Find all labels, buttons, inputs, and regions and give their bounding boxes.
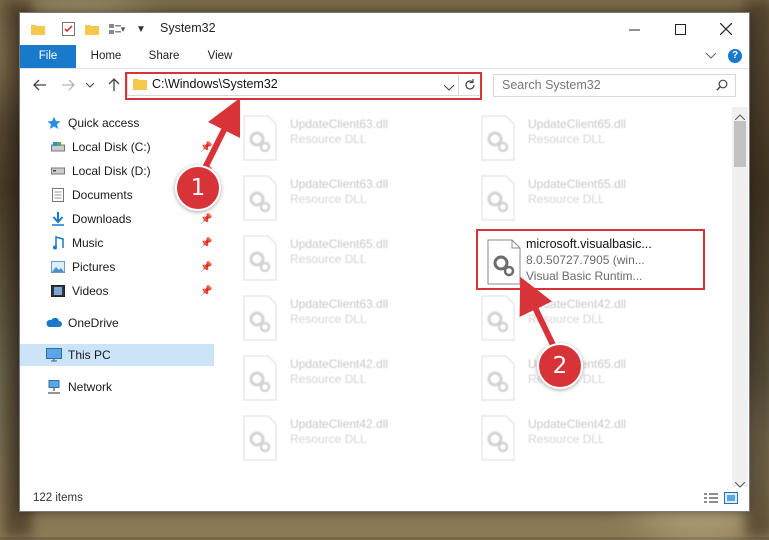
dll-file-icon xyxy=(481,295,515,341)
expand-ribbon-icon[interactable] xyxy=(704,45,718,68)
file-list: UpdateClient63.dll Resource DLL UpdateCl… xyxy=(220,105,732,483)
pin-icon[interactable]: 📌 xyxy=(200,286,212,297)
videos-icon xyxy=(50,283,66,299)
nav-item-label: Quick access xyxy=(68,116,140,130)
file-item[interactable]: UpdateClient65.dll Resource DLL xyxy=(480,175,700,231)
chevron-down-icon[interactable]: ▼ xyxy=(135,20,147,38)
pictures-icon xyxy=(50,259,66,275)
pin-icon[interactable]: 📌 xyxy=(200,238,212,249)
new-folder-icon[interactable] xyxy=(84,20,100,38)
dll-file-icon xyxy=(243,355,277,401)
file-item[interactable]: UpdateClient42.dll Resource DLL xyxy=(242,355,442,411)
file-item[interactable]: UpdateClient42.dll Resource DLL xyxy=(480,415,700,471)
navigation-pane: Quick access Local Disk (C:) 📌 Local Dis… xyxy=(20,109,214,483)
help-icon[interactable]: ? xyxy=(728,45,744,68)
file-item[interactable]: UpdateClient63.dll Resource DLL xyxy=(242,175,442,231)
downloads-icon xyxy=(50,211,66,227)
dll-file-icon xyxy=(243,115,277,161)
tab-share[interactable]: Share xyxy=(142,45,186,68)
dll-file-icon xyxy=(481,175,515,221)
search-icon[interactable] xyxy=(716,79,728,94)
status-bar: 122 items xyxy=(20,487,749,511)
tab-file[interactable]: File xyxy=(20,45,76,68)
documents-icon xyxy=(50,187,66,203)
nav-item-label: Pictures xyxy=(72,260,116,274)
dll-file-icon xyxy=(243,415,277,461)
nav-item-label: Local Disk (C:) xyxy=(72,140,151,154)
minimize-button[interactable] xyxy=(611,13,657,45)
ribbon: File Home Share View ? xyxy=(20,45,749,69)
dll-file-icon xyxy=(481,355,515,401)
music-icon xyxy=(50,235,66,251)
nav-item-network[interactable]: Network xyxy=(46,376,112,398)
drive-icon xyxy=(50,139,66,155)
file-item[interactable]: UpdateClient65.dll Resource DLL xyxy=(242,235,442,291)
cloud-icon xyxy=(46,315,62,331)
close-button[interactable] xyxy=(703,13,749,45)
file-item[interactable]: UpdateClient65.dll Resource DLL xyxy=(480,115,700,171)
up-button[interactable] xyxy=(104,76,124,94)
file-item[interactable]: UpdateClient63.dll Resource DLL xyxy=(242,115,442,171)
scrollbar-thumb[interactable] xyxy=(734,121,746,167)
file-item[interactable]: UpdateClient42.dll Resource DLL xyxy=(480,295,700,351)
step-badge-2: 2 xyxy=(537,343,583,389)
customize-toolbar-icon[interactable]: ▾ xyxy=(106,20,128,38)
pin-icon[interactable]: 📌 xyxy=(200,214,212,225)
file-item[interactable]: UpdateClient42.dll Resource DLL xyxy=(242,415,442,471)
file-item[interactable]: UpdateClient63.dll Resource DLL xyxy=(242,295,442,351)
properties-icon[interactable] xyxy=(60,20,76,38)
recent-locations-icon[interactable] xyxy=(84,76,96,94)
pin-icon[interactable]: 📌 xyxy=(200,262,212,273)
forward-button[interactable] xyxy=(58,76,78,94)
dll-file-icon xyxy=(243,295,277,341)
search-input[interactable]: Search System32 xyxy=(493,74,736,97)
dll-file-icon xyxy=(481,415,515,461)
file-item[interactable]: UpdateClient65.dll Resource DLL xyxy=(480,355,700,411)
address-bar-highlight xyxy=(125,72,482,100)
pin-icon[interactable]: 📌 xyxy=(200,142,212,153)
computer-icon xyxy=(46,347,62,363)
dll-file-icon xyxy=(243,235,277,281)
nav-item-label: Documents xyxy=(72,188,133,202)
title-bar: ▾ ▼ System32 xyxy=(20,13,749,45)
large-icons-view-icon[interactable] xyxy=(724,492,738,507)
nav-item-label: Local Disk (D:) xyxy=(72,164,151,178)
nav-item-label: Videos xyxy=(72,284,109,298)
dll-file-icon xyxy=(481,115,515,161)
nav-item-label: Music xyxy=(72,236,104,250)
nav-item-this-pc[interactable]: This PC xyxy=(20,344,214,366)
nav-item-pictures[interactable]: Pictures 📌 xyxy=(50,256,214,278)
item-count: 122 items xyxy=(33,492,83,504)
nav-item-videos[interactable]: Videos 📌 xyxy=(50,280,214,302)
dll-file-icon xyxy=(243,175,277,221)
nav-item-label: This PC xyxy=(68,348,111,362)
nav-item-downloads[interactable]: Downloads 📌 xyxy=(50,208,214,230)
step-badge-1: 1 xyxy=(175,165,221,211)
star-icon xyxy=(46,115,62,131)
network-icon xyxy=(46,379,62,395)
back-button[interactable] xyxy=(30,76,50,94)
file-highlight xyxy=(476,229,705,290)
window-title: System32 xyxy=(160,21,216,35)
vertical-scrollbar[interactable] xyxy=(732,107,748,488)
nav-item-quick-access[interactable]: Quick access xyxy=(46,112,139,134)
details-view-icon[interactable] xyxy=(704,493,718,508)
maximize-button[interactable] xyxy=(657,13,703,45)
nav-item-label: Downloads xyxy=(72,212,132,226)
nav-item-music[interactable]: Music 📌 xyxy=(50,232,214,254)
folder-icon xyxy=(30,20,46,38)
search-placeholder: Search System32 xyxy=(502,78,601,92)
tab-home[interactable]: Home xyxy=(84,45,128,68)
nav-item-local-disk-c[interactable]: Local Disk (C:) 📌 xyxy=(50,136,214,158)
drive-icon xyxy=(50,163,66,179)
nav-item-label: OneDrive xyxy=(68,316,119,330)
nav-item-label: Network xyxy=(68,380,113,394)
tab-view[interactable]: View xyxy=(200,45,240,68)
nav-item-onedrive[interactable]: OneDrive xyxy=(46,312,119,334)
